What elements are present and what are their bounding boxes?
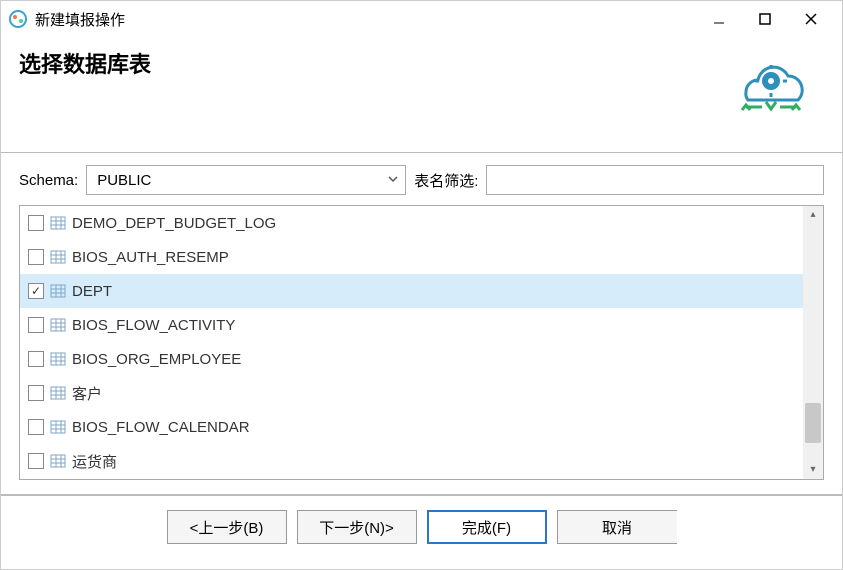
wizard-header: 选择数据库表 bbox=[1, 37, 842, 152]
table-icon bbox=[50, 249, 66, 265]
back-button-label: <上一步(B) bbox=[190, 517, 264, 538]
schema-filter-row: Schema: PUBLIC 表名筛选: bbox=[1, 153, 842, 205]
checkbox[interactable] bbox=[28, 419, 44, 435]
window-title: 新建填报操作 bbox=[35, 9, 125, 30]
table-row[interactable]: BIOS_AUTH_RESEMP bbox=[20, 240, 803, 274]
table-name: BIOS_AUTH_RESEMP bbox=[72, 249, 229, 266]
checkbox[interactable] bbox=[28, 215, 44, 231]
checkbox[interactable] bbox=[28, 351, 44, 367]
table-row[interactable]: ✓ DEPT bbox=[20, 274, 803, 308]
checkbox[interactable] bbox=[28, 385, 44, 401]
schema-select[interactable]: PUBLIC bbox=[86, 165, 406, 195]
next-button[interactable]: 下一步(N)> bbox=[297, 510, 417, 544]
app-icon bbox=[9, 10, 27, 28]
close-button[interactable] bbox=[788, 4, 834, 34]
finish-button[interactable]: 完成(F) bbox=[427, 510, 547, 544]
finish-button-label: 完成(F) bbox=[462, 517, 511, 538]
back-button[interactable]: <上一步(B) bbox=[167, 510, 287, 544]
table-icon bbox=[50, 453, 66, 469]
table-icon bbox=[50, 283, 66, 299]
table-name: DEPT bbox=[72, 283, 112, 300]
table-row[interactable]: BIOS_FLOW_ACTIVITY bbox=[20, 308, 803, 342]
schema-label: Schema: bbox=[19, 172, 78, 189]
table-row[interactable]: 客户 bbox=[20, 376, 803, 410]
maximize-button[interactable] bbox=[742, 4, 788, 34]
table-row[interactable]: BIOS_ORG_EMPLOYEE bbox=[20, 342, 803, 376]
table-filter-input[interactable] bbox=[486, 165, 824, 195]
cancel-button[interactable]: 取消 bbox=[557, 510, 677, 544]
checkbox[interactable] bbox=[28, 453, 44, 469]
table-icon bbox=[50, 317, 66, 333]
table-icon bbox=[50, 215, 66, 231]
table-name: BIOS_FLOW_ACTIVITY bbox=[72, 317, 235, 334]
checkbox[interactable]: ✓ bbox=[28, 283, 44, 299]
scroll-up-icon[interactable]: ▴ bbox=[810, 208, 815, 222]
table-icon bbox=[50, 385, 66, 401]
table-name: 客户 bbox=[72, 383, 102, 404]
next-button-label: 下一步(N)> bbox=[319, 517, 394, 538]
page-title: 选择数据库表 bbox=[19, 47, 151, 79]
checkbox[interactable] bbox=[28, 317, 44, 333]
titlebar: 新建填报操作 bbox=[1, 1, 842, 37]
scroll-down-icon[interactable]: ▾ bbox=[810, 463, 815, 477]
wizard-footer: <上一步(B) 下一步(N)> 完成(F) 取消 bbox=[1, 495, 842, 544]
table-icon bbox=[50, 351, 66, 367]
table-row[interactable]: DEMO_DEPT_BUDGET_LOG bbox=[20, 206, 803, 240]
table-row[interactable]: 运货商 bbox=[20, 444, 803, 478]
schema-select-value: PUBLIC bbox=[97, 172, 151, 189]
chevron-down-icon bbox=[387, 172, 399, 189]
table-row[interactable]: BIOS_FLOW_CALENDAR bbox=[20, 410, 803, 444]
table-name: DEMO_DEPT_BUDGET_LOG bbox=[72, 215, 276, 232]
filter-label: 表名筛选: bbox=[414, 170, 478, 191]
table-name: BIOS_ORG_EMPLOYEE bbox=[72, 351, 241, 368]
table-name: BIOS_FLOW_CALENDAR bbox=[72, 419, 250, 436]
cancel-button-label: 取消 bbox=[602, 517, 632, 538]
checkbox[interactable] bbox=[28, 249, 44, 265]
cloud-gear-icon bbox=[726, 57, 816, 120]
table-list: DEMO_DEPT_BUDGET_LOG BIOS_AUTH_RESEMP ✓ DEP… bbox=[19, 205, 824, 480]
minimize-button[interactable] bbox=[696, 4, 742, 34]
scrollbar-thumb[interactable] bbox=[805, 403, 821, 443]
table-icon bbox=[50, 419, 66, 435]
table-name: 运货商 bbox=[72, 451, 117, 472]
scrollbar[interactable]: ▴ ▾ bbox=[803, 206, 823, 479]
